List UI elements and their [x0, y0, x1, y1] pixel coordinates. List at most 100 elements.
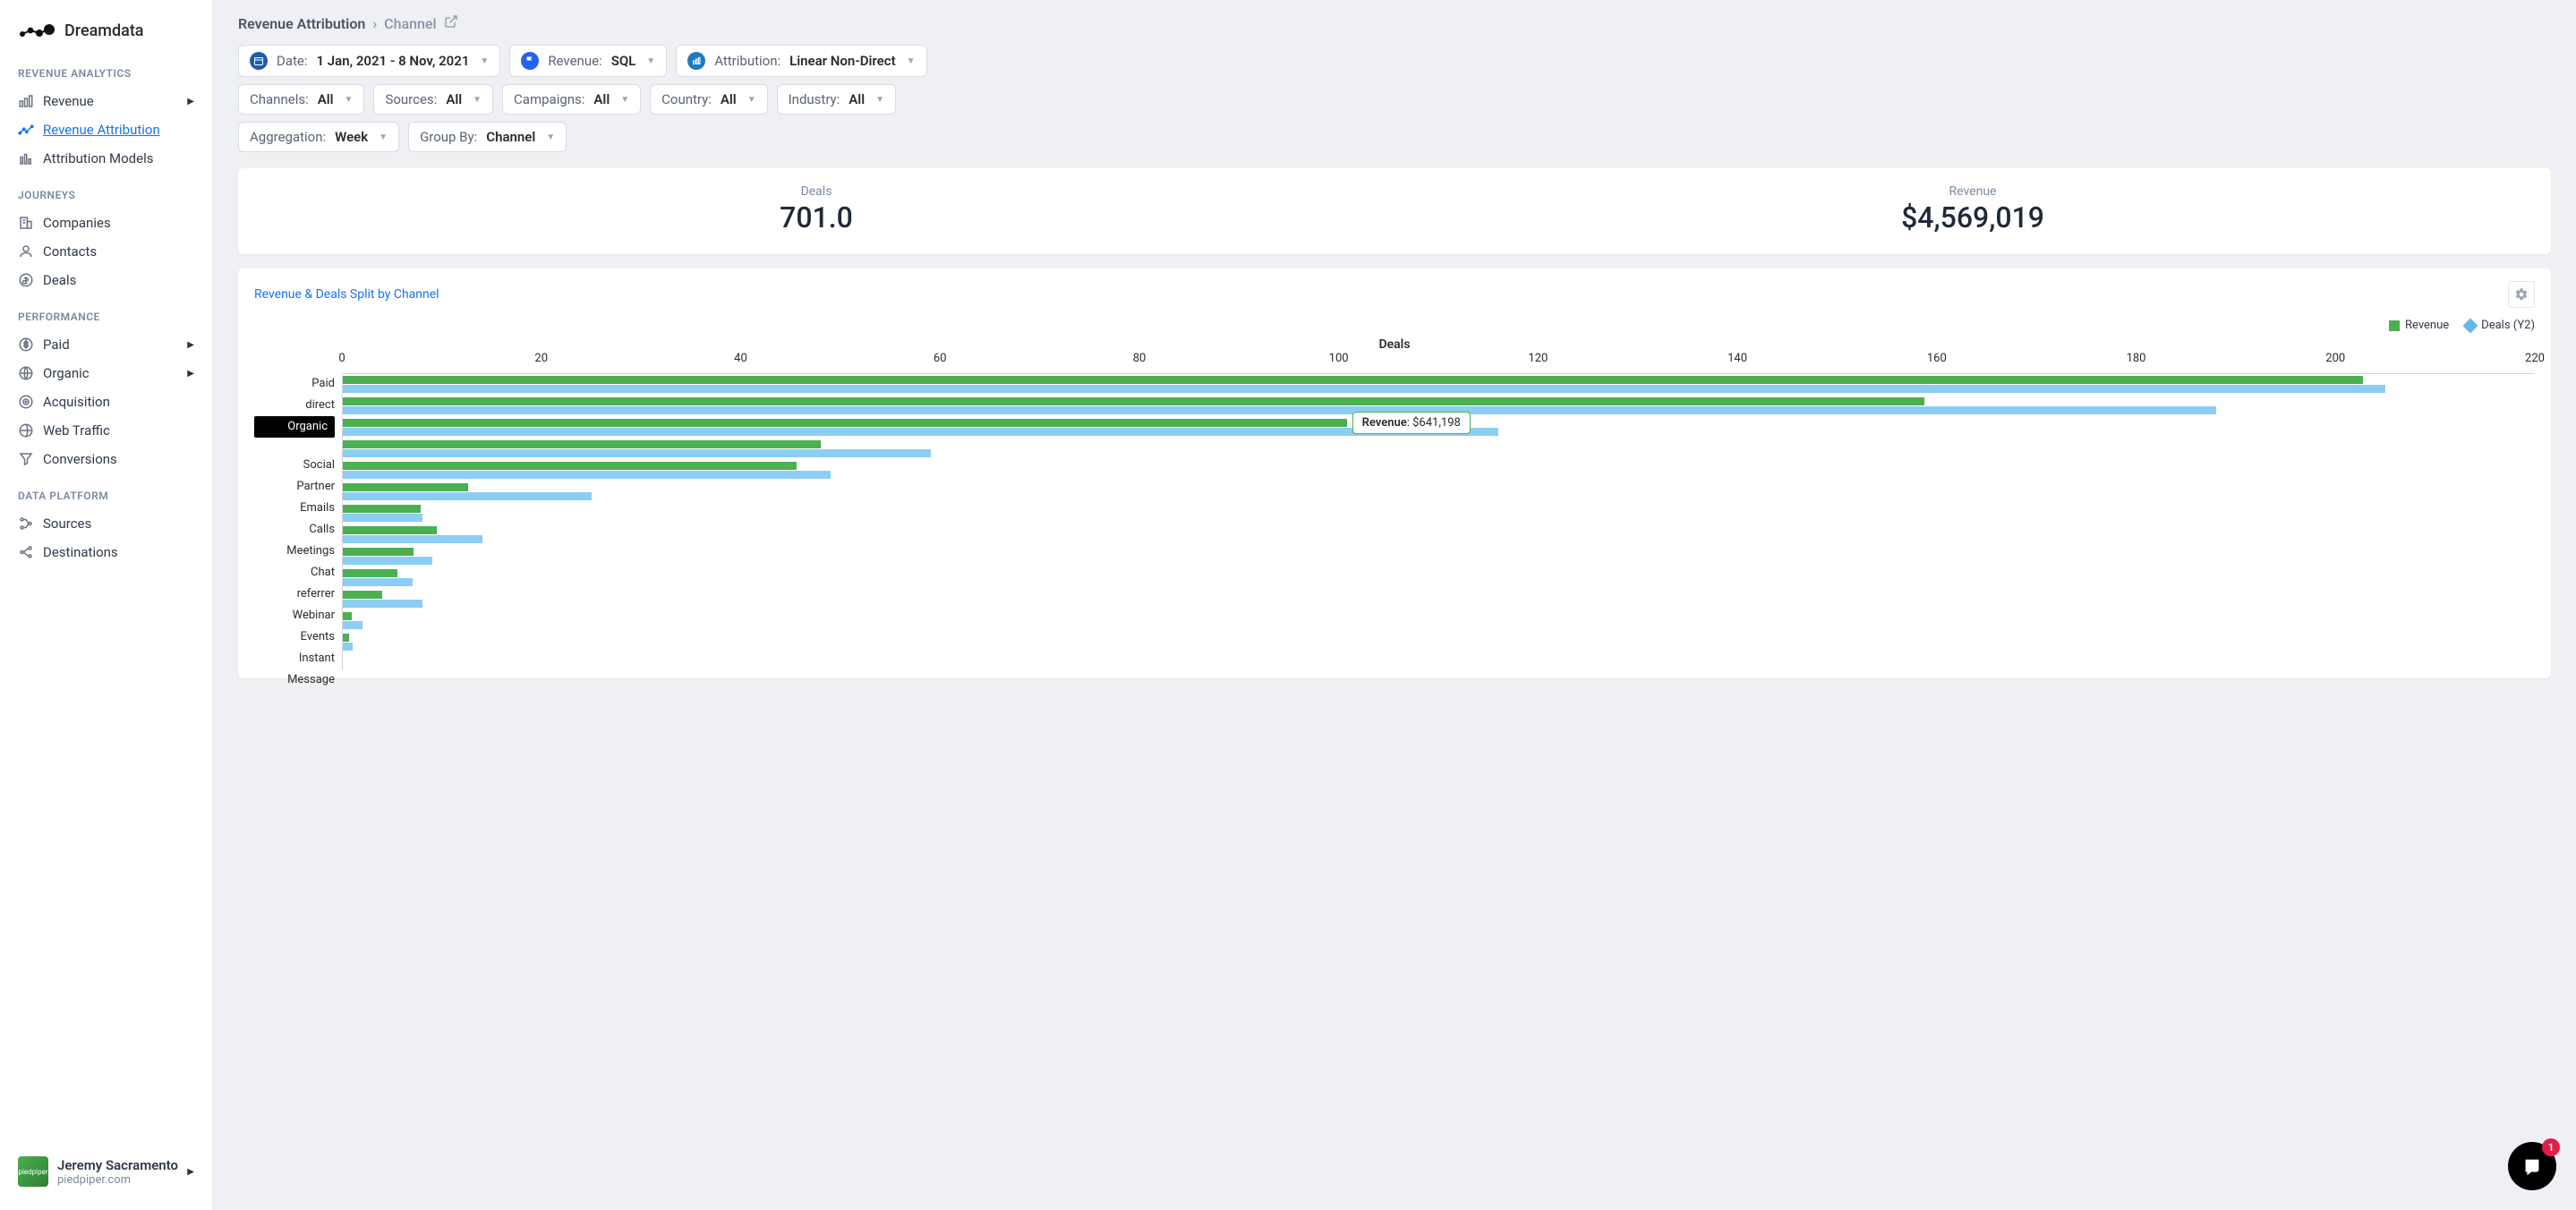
bar-deals[interactable]	[343, 514, 422, 522]
chevron-down-icon: ▼	[473, 95, 482, 105]
bar-revenue[interactable]	[343, 634, 349, 642]
sources-icon	[18, 516, 34, 532]
bar-deals[interactable]	[343, 621, 363, 629]
sidebar-item-contacts[interactable]: Contacts	[0, 237, 212, 266]
kpi-title: Revenue	[1403, 184, 2542, 199]
filter-revenue[interactable]: Revenue:SQL▼	[509, 45, 667, 77]
filter-value: Linear Non-Direct	[789, 53, 895, 69]
bar-deals[interactable]	[343, 578, 413, 586]
kpi-value: $4,569,019	[1403, 200, 2542, 234]
sidebar-item-conversions[interactable]: Conversions	[0, 445, 212, 473]
sidebar-item-label: Conversions	[43, 451, 194, 467]
category-label: Chat	[254, 562, 335, 584]
bar-deals[interactable]	[343, 385, 2385, 393]
acquisition-icon	[18, 394, 34, 410]
category-label: Emails	[254, 498, 335, 519]
filter-aggregation[interactable]: Aggregation:Week▼	[238, 122, 399, 152]
bar-revenue[interactable]	[343, 569, 397, 577]
bar-revenue[interactable]	[343, 526, 437, 534]
sidebar-item-web-traffic[interactable]: Web Traffic	[0, 416, 212, 445]
bar-revenue[interactable]	[343, 397, 1924, 405]
bar-row	[343, 503, 2535, 523]
filter-group-by[interactable]: Group By:Channel▼	[408, 122, 567, 152]
x-tick: 160	[1927, 352, 1947, 365]
filter-country[interactable]: Country:All▼	[650, 84, 767, 115]
bar-row	[343, 439, 2535, 458]
filter-channels[interactable]: Channels:All▼	[238, 84, 364, 115]
sidebar-item-acquisition[interactable]: Acquisition	[0, 388, 212, 416]
sidebar-item-paid[interactable]: $Paid▶	[0, 330, 212, 359]
chart-tooltip: Revenue: $641,198	[1352, 412, 1471, 434]
user-menu[interactable]: piedpiper Jeremy Sacramento piedpiper.co…	[0, 1147, 212, 1196]
nav-heading: JOURNEYS	[0, 183, 212, 209]
category-label: Events	[254, 626, 335, 648]
bar-deals[interactable]	[343, 600, 422, 608]
contacts-icon	[18, 243, 34, 260]
sidebar-item-organic[interactable]: Organic▶	[0, 359, 212, 388]
chart-settings-button[interactable]	[2508, 281, 2535, 308]
bar-deals[interactable]	[343, 406, 2216, 414]
organic-icon	[18, 365, 34, 381]
avatar: piedpiper	[18, 1156, 48, 1187]
bar-deals[interactable]	[343, 428, 1498, 436]
filter-value: SQL	[611, 53, 636, 69]
sidebar-item-companies[interactable]: Companies	[0, 209, 212, 237]
category-label: referrer	[254, 584, 335, 605]
bar-row	[343, 632, 2535, 652]
chevron-down-icon: ▼	[345, 95, 354, 105]
filter-sources[interactable]: Sources:All▼	[373, 84, 493, 115]
bar-deals[interactable]	[343, 449, 931, 457]
sidebar-item-destinations[interactable]: Destinations	[0, 538, 212, 567]
filter-label: Industry:	[789, 91, 840, 107]
sidebar-item-sources[interactable]: Sources	[0, 509, 212, 538]
bar-revenue[interactable]	[343, 505, 421, 513]
calendar-icon	[250, 52, 268, 70]
bar-revenue[interactable]	[343, 419, 1347, 427]
bar-revenue[interactable]	[343, 483, 468, 491]
chevron-down-icon: ▼	[875, 95, 884, 105]
kpi-revenue: Revenue $4,569,019	[1395, 168, 2551, 254]
sidebar-item-attribution-models[interactable]: Attribution Models	[0, 144, 212, 173]
bar-revenue[interactable]	[343, 591, 382, 599]
filter-date[interactable]: Date:1 Jan, 2021 - 8 Nov, 2021▼	[238, 45, 500, 77]
sidebar-item-label: Sources	[43, 516, 194, 532]
x-tick: 100	[1329, 352, 1349, 365]
revenue-icon	[18, 93, 34, 109]
bar-row	[343, 567, 2535, 587]
chart-title-link[interactable]: Revenue & Deals Split by Channel	[254, 287, 439, 302]
sidebar-item-deals[interactable]: Deals	[0, 266, 212, 294]
filter-attribution[interactable]: Attribution:Linear Non-Direct▼	[676, 45, 926, 77]
breadcrumb-root[interactable]: Revenue Attribution	[238, 15, 365, 32]
category-label: Paid	[254, 373, 335, 395]
filter-row-primary: Date:1 Jan, 2021 - 8 Nov, 2021▼ Revenue: S…	[238, 45, 2551, 77]
bar-revenue[interactable]	[343, 612, 352, 620]
x-tick: 120	[1528, 352, 1548, 365]
bar-deals[interactable]	[343, 535, 482, 543]
filter-industry[interactable]: Industry:All▼	[777, 84, 896, 115]
legend-revenue[interactable]: Revenue	[2389, 319, 2449, 332]
external-link-icon[interactable]	[444, 14, 458, 32]
bar-revenue[interactable]	[343, 462, 797, 470]
legend-deals[interactable]: Deals (Y2)	[2465, 319, 2535, 332]
sidebar-item-label: Revenue Attribution	[43, 122, 194, 138]
bar-deals[interactable]	[343, 643, 353, 651]
filter-label: Revenue:	[548, 53, 601, 69]
filter-campaigns[interactable]: Campaigns:All▼	[502, 84, 641, 115]
intercom-launcher[interactable]: 1	[2508, 1142, 2556, 1190]
bar-revenue[interactable]	[343, 440, 821, 448]
filter-label: Attribution:	[714, 53, 780, 69]
paid-icon: $	[18, 337, 34, 353]
sidebar-item-label: Contacts	[43, 243, 194, 260]
destinations-icon	[18, 544, 34, 560]
bar-deals[interactable]	[343, 492, 592, 500]
bar-revenue[interactable]	[343, 548, 414, 556]
category-label: Partner	[254, 476, 335, 498]
chevron-right-icon: ▶	[187, 369, 194, 379]
bar-deals[interactable]	[343, 557, 432, 565]
bar-deals[interactable]	[343, 471, 831, 479]
bar-row	[343, 481, 2535, 501]
sidebar-item-revenue-attribution[interactable]: Revenue Attribution	[0, 115, 212, 144]
bar-revenue[interactable]	[343, 376, 2363, 384]
sidebar-item-revenue[interactable]: Revenue▶	[0, 87, 212, 115]
filter-value: 1 Jan, 2021 - 8 Nov, 2021	[317, 53, 470, 69]
